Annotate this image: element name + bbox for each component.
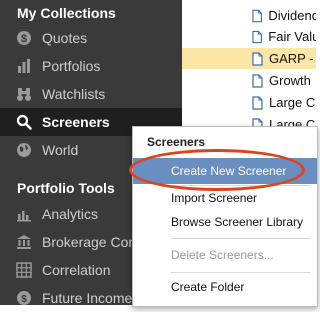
- svg-text:$: $: [21, 33, 27, 45]
- my-collections-heading: My Collections: [17, 5, 116, 21]
- search-icon: [14, 114, 34, 130]
- menu-divider: [171, 272, 311, 273]
- nav-item-label: Analytics: [42, 206, 99, 222]
- document-icon: [252, 51, 263, 66]
- import-screener-menu-item[interactable]: Import Screener: [133, 185, 317, 211]
- nav-item-portfolios[interactable]: Portfolios: [0, 52, 182, 80]
- svg-text:$: $: [21, 294, 27, 305]
- list-item[interactable]: Dividend: [182, 5, 316, 26]
- list-item-selected[interactable]: GARP -: [182, 48, 316, 69]
- list-item-label: Large C: [269, 95, 316, 110]
- screeners-context-menu: Screeners Create New Screener Import Scr…: [132, 126, 318, 307]
- document-icon: [252, 30, 262, 43]
- document-icon: [252, 95, 263, 110]
- browse-screener-library-menu-item[interactable]: Browse Screener Library: [133, 209, 317, 235]
- bank-icon: [14, 234, 34, 250]
- list-item-label: Growth: [269, 73, 311, 88]
- create-folder-menu-item[interactable]: Create Folder: [133, 274, 317, 300]
- nav-item-label: Future Income: [42, 290, 133, 306]
- list-item[interactable]: Large C: [182, 92, 316, 113]
- portfolio-icon: [14, 58, 34, 74]
- nav-item-quotes[interactable]: $ Quotes: [0, 24, 182, 52]
- nav-item-label: World: [42, 142, 79, 158]
- nav-item-label: Correlation: [42, 262, 111, 278]
- document-icon: [252, 73, 263, 88]
- list-item[interactable]: Fair Valu: [182, 26, 316, 47]
- nav-item-label: Watchlists: [42, 86, 106, 102]
- context-menu-title: Screeners: [147, 135, 206, 149]
- binoculars-icon: [14, 86, 34, 102]
- bar-chart-icon: [14, 206, 34, 222]
- list-item-label: GARP -: [269, 51, 314, 66]
- menu-divider: [171, 238, 311, 239]
- coin-icon: $: [14, 290, 34, 306]
- nav-item-label: Screeners: [42, 114, 110, 130]
- list-item[interactable]: Growth: [182, 70, 316, 91]
- nav-item-label: Quotes: [42, 30, 88, 46]
- portfolio-tools-heading: Portfolio Tools: [17, 180, 115, 196]
- delete-screeners-menu-item: Delete Screeners...: [171, 248, 274, 262]
- list-item-label: Fair Valu: [268, 29, 316, 44]
- nav-item-watchlists[interactable]: Watchlists: [0, 80, 182, 108]
- list-item-label: Dividend: [268, 8, 316, 23]
- nav-item-label: Portfolios: [42, 58, 101, 74]
- document-icon: [252, 9, 262, 22]
- grid-icon: [14, 262, 34, 278]
- create-new-screener-menu-item[interactable]: Create New Screener: [133, 158, 317, 184]
- nav-item-label: Brokerage Conn: [42, 234, 144, 250]
- globe-icon: [14, 142, 34, 158]
- dollar-icon: $: [14, 30, 34, 46]
